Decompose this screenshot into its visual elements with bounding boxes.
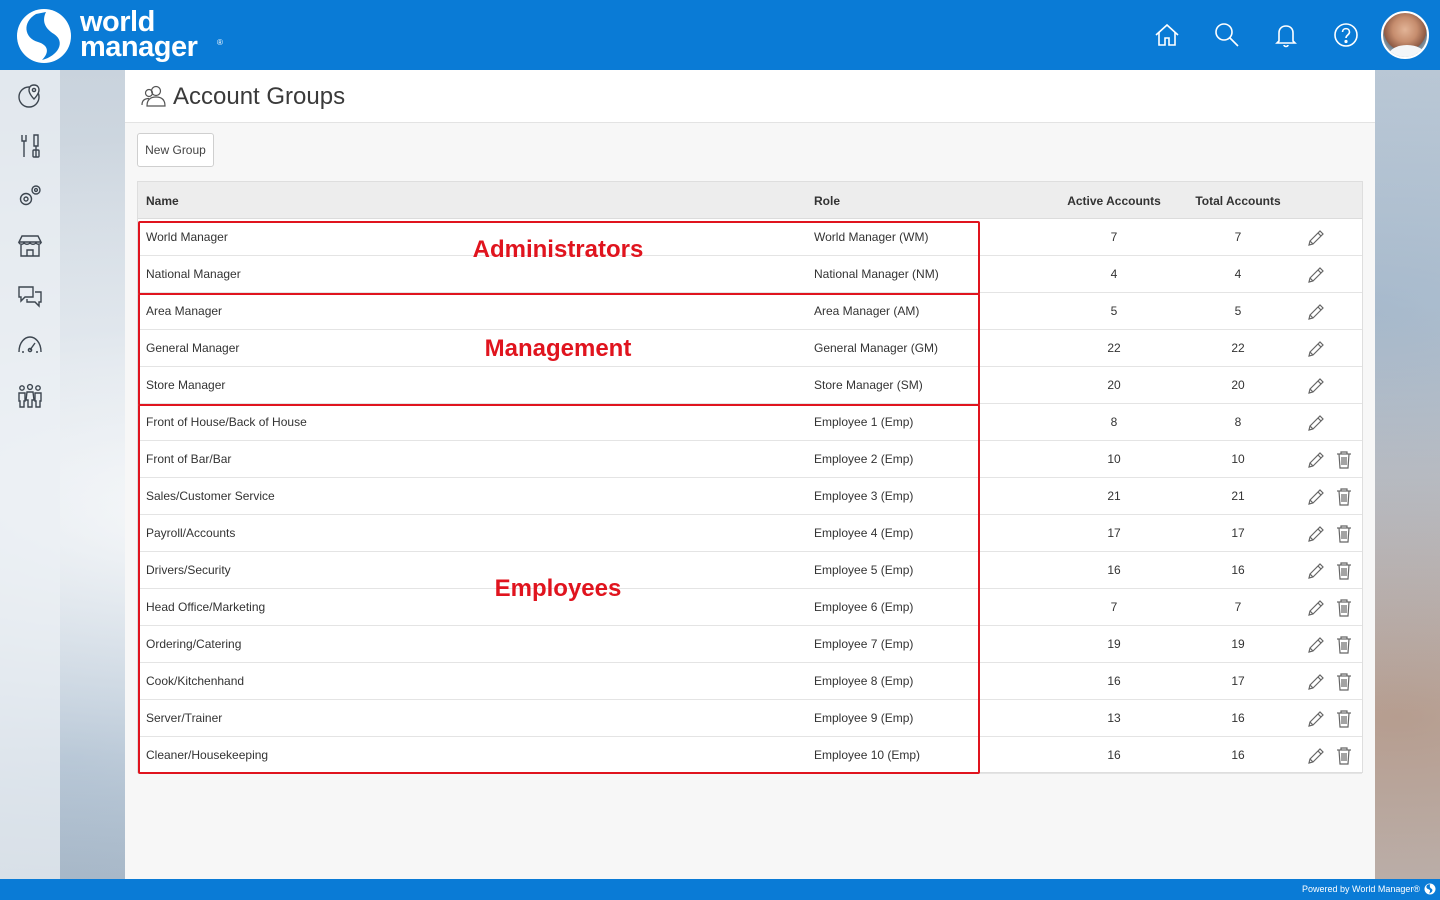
- employees-label: Employees: [494, 575, 622, 602]
- top-bar: world manager ®: [0, 0, 1440, 70]
- total-accounts-cell: 10: [1231, 452, 1245, 466]
- user-avatar[interactable]: [1381, 11, 1429, 59]
- delete-trash-icon[interactable]: [1335, 487, 1353, 507]
- active-accounts-cell: 16: [1107, 563, 1121, 577]
- dashboard-gauge-icon[interactable]: [16, 332, 44, 360]
- people-icon[interactable]: [16, 382, 44, 410]
- administrators-label: Administrators: [472, 236, 644, 263]
- footer: Powered by World Manager®: [0, 879, 1440, 900]
- edit-pencil-icon[interactable]: [1306, 265, 1326, 285]
- edit-pencil-icon[interactable]: [1306, 635, 1326, 655]
- avatar-shirt: [1389, 45, 1425, 57]
- column-header-active-accounts[interactable]: Active Accounts: [1044, 194, 1184, 208]
- account-groups-icon: [141, 85, 166, 107]
- powered-by-text: Powered by World Manager®: [1301, 884, 1420, 894]
- total-accounts-cell: 17: [1231, 526, 1245, 540]
- chat-icon[interactable]: [16, 282, 44, 310]
- edit-pencil-icon[interactable]: [1306, 339, 1326, 359]
- edit-pencil-icon[interactable]: [1306, 672, 1326, 692]
- edit-pencil-icon[interactable]: [1306, 302, 1326, 322]
- logo-mark-icon: [17, 9, 71, 63]
- active-accounts-cell: 21: [1107, 489, 1121, 503]
- active-accounts-cell: 7: [1110, 600, 1118, 614]
- map-pin-icon[interactable]: [16, 82, 44, 110]
- edit-pencil-icon[interactable]: [1306, 450, 1326, 470]
- home-icon[interactable]: [1153, 21, 1181, 49]
- active-accounts-cell: 20: [1107, 378, 1121, 392]
- edit-pencil-icon[interactable]: [1306, 709, 1326, 729]
- total-accounts-cell: 22: [1231, 341, 1245, 355]
- total-accounts-cell: 8: [1234, 415, 1242, 429]
- delete-trash-icon[interactable]: [1335, 746, 1353, 766]
- active-accounts-cell: 13: [1107, 711, 1121, 725]
- management-label: Management: [484, 335, 632, 362]
- edit-pencil-icon[interactable]: [1306, 746, 1326, 766]
- delete-trash-icon[interactable]: [1335, 598, 1353, 618]
- delete-trash-icon[interactable]: [1335, 524, 1353, 544]
- total-accounts-cell: 7: [1234, 600, 1242, 614]
- sidebar: »: [0, 70, 60, 879]
- page-title: Account Groups: [173, 83, 346, 110]
- active-accounts-cell: 17: [1107, 526, 1121, 540]
- edit-pencil-icon[interactable]: [1306, 524, 1326, 544]
- edit-pencil-icon[interactable]: [1306, 598, 1326, 618]
- active-accounts-cell: 7: [1110, 230, 1118, 244]
- total-accounts-cell: 19: [1231, 637, 1245, 651]
- delete-trash-icon[interactable]: [1335, 561, 1353, 581]
- edit-pencil-icon[interactable]: [1306, 487, 1326, 507]
- total-accounts-cell: 4: [1234, 267, 1242, 281]
- delete-trash-icon[interactable]: [1335, 635, 1353, 655]
- column-header-role[interactable]: Role: [814, 194, 840, 208]
- help-icon[interactable]: [1332, 21, 1360, 49]
- active-accounts-cell: 4: [1110, 267, 1118, 281]
- active-accounts-cell: 19: [1107, 637, 1121, 651]
- total-accounts-cell: 7: [1234, 230, 1242, 244]
- search-icon[interactable]: [1213, 21, 1241, 49]
- active-accounts-cell: 22: [1107, 341, 1121, 355]
- total-accounts-cell: 16: [1231, 563, 1245, 577]
- total-accounts-cell: 5: [1234, 304, 1242, 318]
- active-accounts-cell: 8: [1110, 415, 1118, 429]
- edit-pencil-icon[interactable]: [1306, 228, 1326, 248]
- total-accounts-cell: 20: [1231, 378, 1245, 392]
- total-accounts-cell: 16: [1231, 711, 1245, 725]
- active-accounts-cell: 10: [1107, 452, 1121, 466]
- settings-gears-icon[interactable]: [16, 182, 44, 210]
- footer-logo-icon: [1424, 883, 1436, 895]
- edit-pencil-icon[interactable]: [1306, 561, 1326, 581]
- edit-pencil-icon[interactable]: [1306, 413, 1326, 433]
- tools-icon[interactable]: [16, 132, 44, 160]
- active-accounts-cell: 16: [1107, 748, 1121, 762]
- column-header-name[interactable]: Name: [146, 194, 179, 208]
- store-icon[interactable]: [16, 232, 44, 260]
- total-accounts-cell: 16: [1231, 748, 1245, 762]
- total-accounts-cell: 21: [1231, 489, 1245, 503]
- active-accounts-cell: 5: [1110, 304, 1118, 318]
- main-panel: Account Groups New Group Name Role Activ…: [125, 70, 1375, 879]
- column-header-total-accounts[interactable]: Total Accounts: [1168, 194, 1308, 208]
- delete-trash-icon[interactable]: [1335, 450, 1353, 470]
- edit-pencil-icon[interactable]: [1306, 376, 1326, 396]
- page-header: Account Groups: [125, 70, 1375, 123]
- active-accounts-cell: 16: [1107, 674, 1121, 688]
- table-header: Name Role Active Accounts Total Accounts: [138, 182, 1362, 219]
- logo-registered: ®: [217, 38, 223, 47]
- world-manager-logo[interactable]: world manager ®: [14, 8, 234, 64]
- delete-trash-icon[interactable]: [1335, 709, 1353, 729]
- logo-line2: manager: [80, 31, 198, 63]
- delete-trash-icon[interactable]: [1335, 672, 1353, 692]
- total-accounts-cell: 17: [1231, 674, 1245, 688]
- logo-wordmark: world manager: [80, 8, 198, 63]
- account-groups-table: Name Role Active Accounts Total Accounts…: [137, 181, 1363, 774]
- new-group-button[interactable]: New Group: [137, 133, 214, 167]
- bell-icon[interactable]: [1272, 21, 1300, 49]
